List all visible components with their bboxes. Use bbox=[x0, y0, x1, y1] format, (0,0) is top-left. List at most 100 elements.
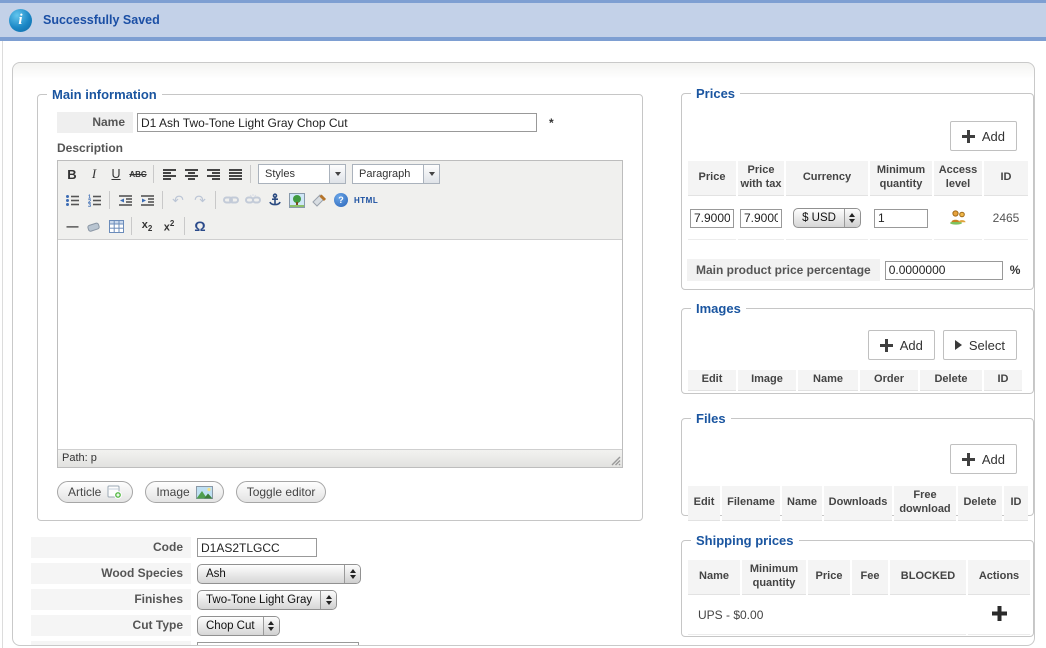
add-icon[interactable] bbox=[991, 606, 1007, 621]
table-button[interactable] bbox=[106, 216, 126, 236]
arrow-right-icon bbox=[954, 340, 962, 350]
finishes-select[interactable]: Two-Tone Light Gray bbox=[197, 589, 338, 610]
anchor-icon bbox=[269, 193, 281, 206]
omega-icon: Ω bbox=[194, 218, 206, 234]
main-percentage-input[interactable] bbox=[884, 260, 1003, 280]
name-input[interactable] bbox=[137, 113, 537, 132]
cut-type-label: Cut Type bbox=[31, 615, 191, 636]
percent-suffix: % bbox=[1009, 263, 1021, 277]
chevron-down-icon bbox=[329, 165, 345, 183]
resize-grip-icon[interactable] bbox=[610, 455, 621, 466]
article-button[interactable]: Article bbox=[57, 481, 134, 503]
styles-dropdown[interactable]: Styles bbox=[258, 164, 346, 184]
horizontal-rule-button[interactable]: — bbox=[62, 216, 82, 236]
images-add-button-label: Add bbox=[899, 337, 923, 353]
toolbar-separator bbox=[184, 217, 185, 235]
main-information-section: Main information Name * Description B I … bbox=[37, 87, 643, 521]
format-dropdown-value: Paragraph bbox=[359, 168, 411, 180]
image-button[interactable]: Image bbox=[145, 481, 224, 503]
outdent-icon bbox=[118, 194, 132, 206]
shipping-header-row: Name Minimum quantity Price Fee BLOCKED … bbox=[688, 560, 1030, 595]
description-editor-content[interactable] bbox=[58, 239, 622, 449]
undo-button[interactable]: ↶ bbox=[168, 190, 188, 210]
format-dropdown[interactable]: Paragraph bbox=[352, 164, 440, 184]
wood-species-label: Wood Species bbox=[31, 563, 191, 584]
outdent-button[interactable] bbox=[115, 190, 135, 210]
cut-type-select-value: Chop Cut bbox=[206, 619, 255, 632]
toggle-editor-button[interactable]: Toggle editor bbox=[235, 481, 327, 503]
price-with-tax-input[interactable] bbox=[740, 208, 782, 228]
article-icon bbox=[107, 485, 123, 499]
underline-button[interactable]: U bbox=[106, 164, 126, 184]
html-source-button[interactable]: HTML bbox=[353, 190, 379, 210]
stepper-arrows-icon bbox=[843, 209, 860, 227]
align-left-button[interactable] bbox=[159, 164, 179, 184]
group-icon[interactable] bbox=[949, 209, 968, 225]
files-add-button[interactable]: Add bbox=[949, 444, 1017, 474]
strikethrough-button[interactable]: ABC bbox=[128, 164, 148, 184]
finishes-select-value: Two-Tone Light Gray bbox=[206, 593, 313, 606]
finishes-row: Finishes Two-Tone Light Gray bbox=[31, 589, 451, 610]
shipping-prices-table: Name Minimum quantity Price Fee BLOCKED … bbox=[686, 558, 1032, 637]
plus-icon bbox=[961, 129, 975, 143]
files-col-id: ID bbox=[1004, 486, 1028, 521]
info-icon: i bbox=[9, 8, 32, 32]
files-header-row: Edit Filename Name Downloads Free downlo… bbox=[688, 486, 1028, 521]
wood-species-row: Wood Species Ash bbox=[31, 563, 451, 584]
shipping-col-actions: Actions bbox=[968, 560, 1030, 595]
bold-button[interactable]: B bbox=[62, 164, 82, 184]
insert-image-icon bbox=[289, 192, 305, 208]
special-char-button[interactable]: Ω bbox=[190, 216, 210, 236]
code-row: Code bbox=[31, 537, 451, 558]
minimum-quantity-input[interactable] bbox=[874, 208, 928, 228]
cleanup-button[interactable] bbox=[309, 190, 329, 210]
align-right-button[interactable] bbox=[203, 164, 223, 184]
anchor-button[interactable] bbox=[265, 190, 285, 210]
italic-button[interactable]: I bbox=[84, 164, 104, 184]
prices-legend: Prices bbox=[696, 86, 736, 101]
align-center-button[interactable] bbox=[181, 164, 201, 184]
align-left-icon bbox=[162, 168, 176, 180]
files-col-edit: Edit bbox=[688, 486, 720, 521]
indent-button[interactable] bbox=[137, 190, 157, 210]
insert-image-button[interactable] bbox=[287, 190, 307, 210]
price-input[interactable] bbox=[690, 208, 734, 228]
stepper-arrows-icon bbox=[344, 564, 360, 583]
shipping-row: UPS - $0.00 bbox=[688, 596, 1030, 635]
wood-species-select[interactable]: Ash bbox=[197, 563, 361, 584]
images-add-button[interactable]: Add bbox=[867, 330, 935, 360]
main-percentage-label: Main product price percentage bbox=[687, 259, 880, 281]
currency-select[interactable]: $ USD bbox=[793, 208, 861, 228]
images-select-button[interactable]: Select bbox=[942, 330, 1017, 360]
align-justify-button[interactable] bbox=[225, 164, 245, 184]
cleanup-icon bbox=[312, 194, 327, 207]
align-justify-icon bbox=[228, 168, 242, 180]
code-input[interactable] bbox=[197, 538, 317, 557]
stepper-arrows-icon bbox=[320, 590, 337, 609]
prices-table: Price Price with tax Currency Minimum qu… bbox=[686, 159, 1030, 242]
prices-col-price-with-tax: Price with tax bbox=[738, 161, 784, 196]
eraser-button[interactable] bbox=[84, 216, 104, 236]
quantity-input[interactable] bbox=[197, 642, 359, 645]
superscript-button[interactable]: x2 bbox=[159, 216, 179, 236]
unordered-list-button[interactable] bbox=[62, 190, 82, 210]
unlink-button[interactable] bbox=[243, 190, 263, 210]
editor-path-label: Path: p bbox=[62, 452, 97, 464]
editor-path-bar: Path: p bbox=[58, 449, 622, 467]
link-button[interactable] bbox=[221, 190, 241, 210]
quantity-label: Quantity bbox=[31, 641, 191, 645]
cut-type-select[interactable]: Chop Cut bbox=[197, 615, 280, 636]
files-col-delete: Delete bbox=[958, 486, 1002, 521]
toggle-editor-button-label: Toggle editor bbox=[246, 485, 316, 499]
subscript-button[interactable]: x2 bbox=[137, 216, 157, 236]
redo-button[interactable]: ↷ bbox=[190, 190, 210, 210]
undo-icon: ↶ bbox=[172, 191, 184, 208]
ordered-list-button[interactable]: 123 bbox=[84, 190, 104, 210]
prices-col-access-level: Access level bbox=[934, 161, 982, 196]
prices-header-row: Price Price with tax Currency Minimum qu… bbox=[688, 161, 1028, 196]
shipping-row-name: UPS - $0.00 bbox=[688, 596, 966, 635]
finishes-label: Finishes bbox=[31, 589, 191, 610]
chevron-down-icon bbox=[423, 165, 439, 183]
prices-add-button[interactable]: Add bbox=[949, 121, 1017, 151]
help-button[interactable]: ? bbox=[331, 190, 351, 210]
